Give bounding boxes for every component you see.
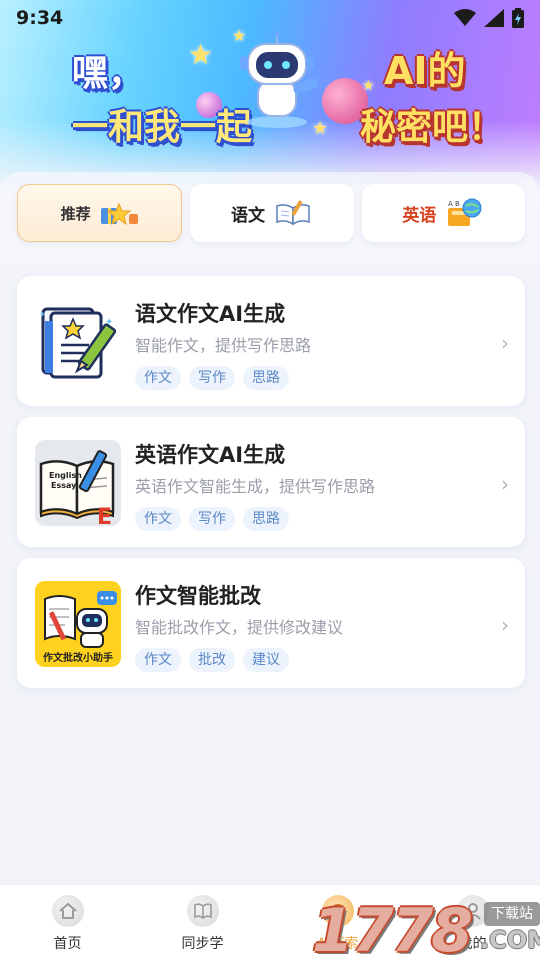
banner-headline-3: AI的 — [384, 49, 466, 93]
tag: 作文 — [135, 648, 181, 672]
profile-icon — [456, 895, 489, 927]
tag: 思路 — [243, 507, 289, 531]
chevron-right-icon: › — [501, 613, 509, 637]
nav-item-sync-learn[interactable]: 同步学 — [135, 885, 270, 960]
tag: 批改 — [189, 648, 235, 672]
nav-item-ai-explore[interactable]: AI探索 — [270, 885, 405, 960]
status-time: 9:34 — [16, 7, 64, 29]
chinese-essay-card[interactable]: ✦ ✦ 语文作文AI生成 智能作文，提供写作思路 作文 写作 思路 › — [17, 276, 525, 406]
book-icon — [186, 895, 219, 927]
nav-label: 首页 — [53, 936, 82, 952]
tag: 写作 — [189, 366, 235, 390]
tab-label: 推荐 — [60, 204, 91, 223]
tag: 作文 — [135, 366, 181, 390]
tab-label: 语文 — [230, 205, 265, 226]
star-icon: ★ — [188, 38, 214, 71]
thumb-text: Essay — [51, 481, 77, 490]
ai-explore-icon — [321, 895, 354, 927]
wifi-icon — [454, 9, 476, 26]
svg-text:A B: A B — [448, 200, 460, 208]
status-icons — [454, 8, 524, 28]
home-icon — [51, 895, 84, 927]
card-thumbnail: 作文批改小助手 — [35, 581, 121, 667]
robot-mascot-icon — [240, 31, 319, 128]
gift-stars-icon — [100, 202, 138, 226]
tag-list: 作文 批改 建议 — [135, 648, 289, 672]
tag: 建议 — [243, 648, 289, 672]
thumb-letter: E — [97, 505, 112, 526]
globe-book-icon: A B — [448, 198, 482, 226]
signal-icon — [484, 9, 504, 27]
nav-item-home[interactable]: 首页 — [0, 885, 135, 960]
thumb-text: English — [49, 471, 82, 480]
card-title: 英语作文AI生成 — [135, 443, 286, 467]
nav-label: 我的 — [458, 936, 487, 952]
tag: 作文 — [135, 507, 181, 531]
tab-english[interactable]: 英语 A B — [361, 184, 525, 242]
card-description: 智能批改作文，提供修改建议 — [135, 618, 344, 637]
banner-headline-2: 一和我一起 — [72, 107, 253, 148]
banner-headline-1: 嘿， — [72, 53, 145, 94]
card-thumbnail: ✦ ✦ — [35, 299, 121, 385]
tag-list: 作文 写作 思路 — [135, 366, 289, 390]
essay-correction-card[interactable]: 作文批改小助手 作文智能批改 智能批改作文，提供修改建议 作文 批改 建议 › — [17, 558, 525, 688]
category-tabs: 推荐 语文 英语 A B — [17, 184, 525, 242]
english-essay-card[interactable]: English Essay E 英语作文AI生成 英语作文智能生成，提供写作思路… — [17, 417, 525, 547]
english-essay-book-icon: English Essay E — [39, 450, 115, 526]
nav-item-profile[interactable]: 我的 — [405, 885, 540, 960]
card-thumbnail: English Essay E — [35, 440, 121, 526]
tag: 写作 — [189, 507, 235, 531]
bottom-navigation: 首页 同步学 AI探索 我的 — [0, 884, 540, 960]
status-bar: 9:34 — [0, 0, 540, 36]
chevron-right-icon: › — [501, 331, 509, 355]
card-description: 英语作文智能生成，提供写作思路 — [135, 477, 376, 496]
tab-label: 英语 — [402, 205, 437, 226]
document-pencil-icon: ✦ ✦ — [39, 307, 117, 379]
star-icon: ★ — [362, 78, 375, 94]
tag: 思路 — [243, 366, 289, 390]
tab-recommend[interactable]: 推荐 — [17, 184, 183, 242]
nav-label: 同步学 — [181, 936, 224, 952]
svg-text:✦: ✦ — [39, 310, 46, 319]
card-title: 作文智能批改 — [135, 584, 261, 608]
hero-banner: 9:34 ★ ★ ★ ★ 嘿， 一和我一起 AI的 秘密吧！ — [0, 0, 540, 190]
chevron-right-icon: › — [501, 472, 509, 496]
open-book-icon — [276, 200, 310, 226]
nav-label: AI探索 — [316, 936, 359, 952]
robot-correction-icon: 作文批改小助手 — [35, 581, 121, 667]
card-description: 智能作文，提供写作思路 — [135, 336, 312, 355]
tab-chinese[interactable]: 语文 — [190, 184, 354, 242]
tag-list: 作文 写作 思路 — [135, 507, 289, 531]
banner-headline-4: 秘密吧！ — [360, 107, 505, 148]
svg-text:✦: ✦ — [105, 317, 113, 328]
thumb-caption: 作文批改小助手 — [43, 651, 113, 664]
card-title: 语文作文AI生成 — [135, 302, 286, 326]
battery-icon — [512, 8, 524, 28]
